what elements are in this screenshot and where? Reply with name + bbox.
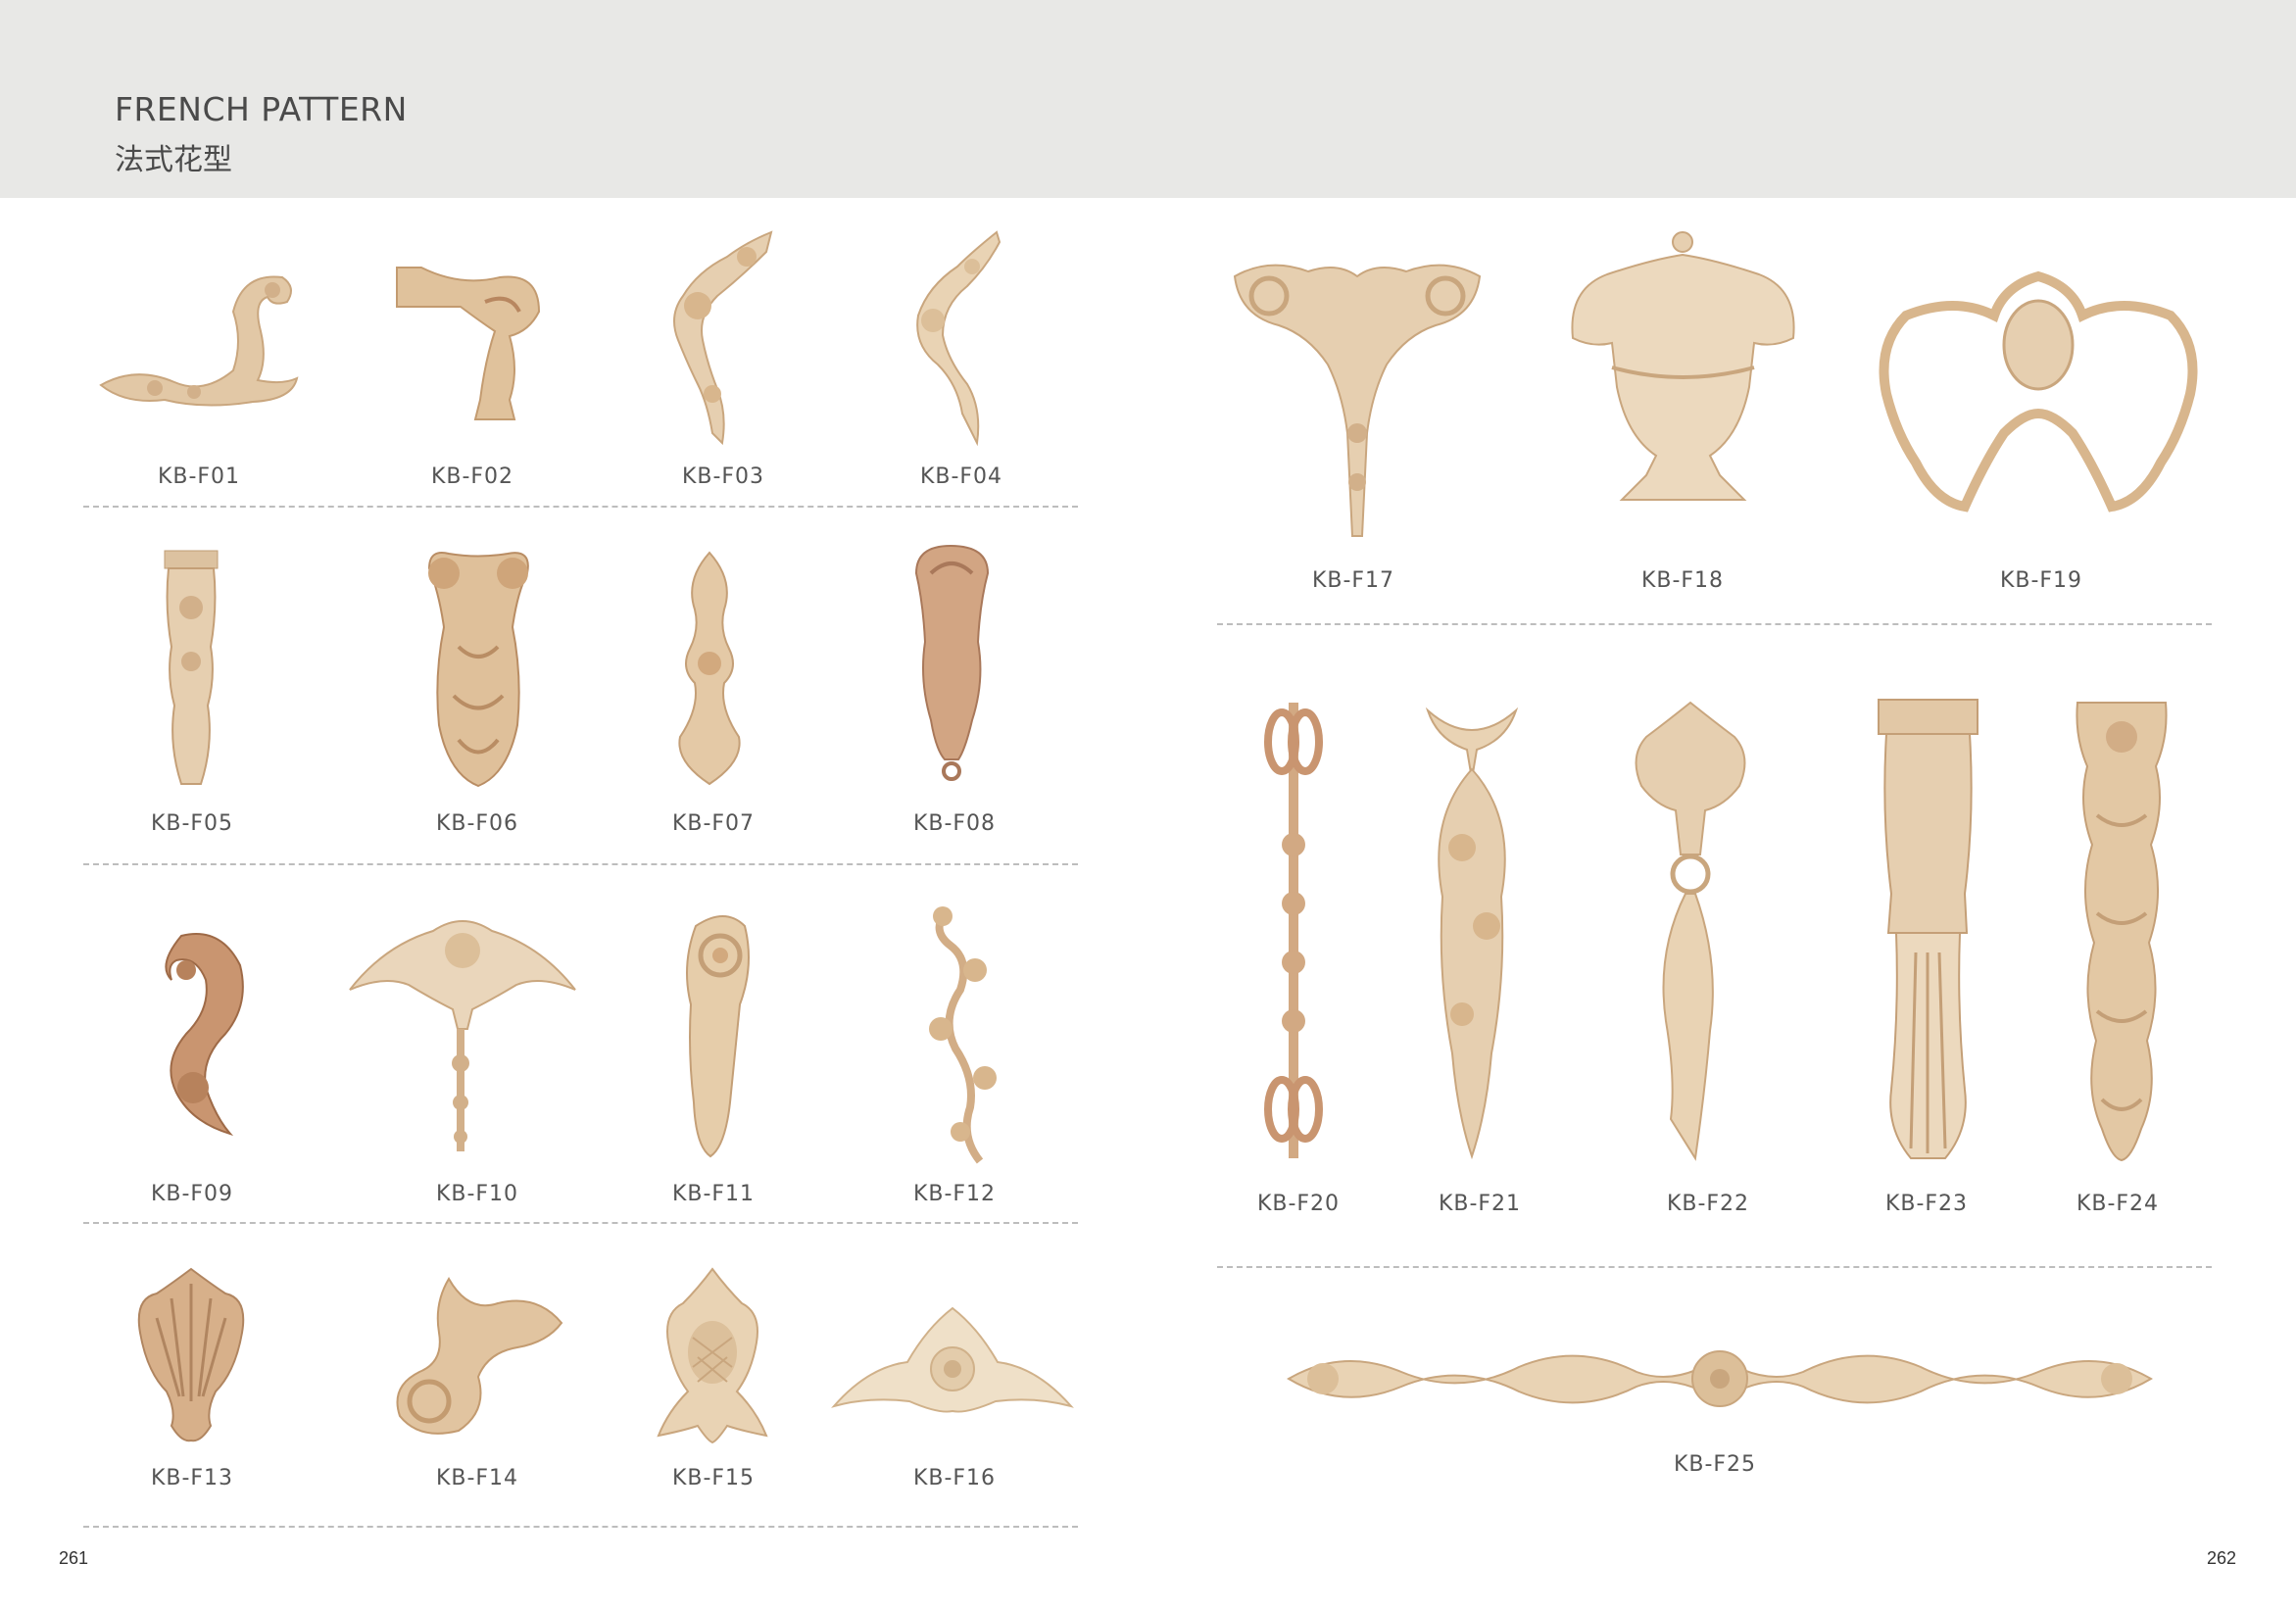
product-image-kb-f04 bbox=[904, 227, 1006, 448]
row-divider bbox=[83, 863, 1078, 865]
bow-garland-drop-icon bbox=[1425, 707, 1519, 1160]
drapery-column-icon bbox=[1878, 699, 1978, 1159]
symmetric-scroll-drop-icon bbox=[1233, 264, 1482, 537]
ribbon-link-pendant-icon bbox=[1264, 703, 1323, 1158]
product-image-kb-f13 bbox=[132, 1264, 250, 1445]
long-frieze-ornament-icon bbox=[1287, 1350, 2153, 1407]
product-code-label: KB-F16 bbox=[912, 1466, 997, 1490]
product-image-kb-f18 bbox=[1563, 230, 1803, 510]
arc-scroll-ornament-icon bbox=[673, 230, 773, 446]
product-code-label: KB-F14 bbox=[435, 1466, 519, 1490]
product-image-kb-f22 bbox=[1627, 698, 1754, 1163]
product-code-label: KB-F04 bbox=[919, 464, 1003, 489]
product-code-label: KB-F01 bbox=[157, 464, 241, 489]
row-divider bbox=[83, 1526, 1078, 1528]
product-code-label: KB-F12 bbox=[912, 1182, 997, 1206]
product-image-kb-f10 bbox=[345, 906, 580, 1156]
product-image-kb-f09 bbox=[152, 926, 250, 1137]
product-image-kb-f23 bbox=[1877, 698, 1979, 1163]
shell-corbel-icon bbox=[914, 544, 990, 781]
product-image-kb-f15 bbox=[649, 1264, 776, 1445]
product-code-label: KB-F15 bbox=[671, 1466, 756, 1490]
fleur-drop-ornament-icon bbox=[678, 551, 741, 786]
product-code-label: KB-F11 bbox=[671, 1182, 756, 1206]
product-code-label: KB-F23 bbox=[1884, 1192, 1969, 1216]
page-number-right: 262 bbox=[2207, 1548, 2237, 1568]
product-code-label: KB-F10 bbox=[435, 1182, 519, 1206]
bellflower-drop-icon bbox=[2076, 702, 2168, 1162]
product-image-kb-f16 bbox=[829, 1289, 1076, 1416]
product-image-kb-f02 bbox=[392, 263, 549, 424]
product-image-kb-f21 bbox=[1418, 701, 1526, 1161]
product-image-kb-f14 bbox=[390, 1274, 566, 1440]
product-image-kb-f25 bbox=[1284, 1338, 2156, 1421]
product-code-label: KB-F22 bbox=[1666, 1192, 1750, 1216]
pineapple-onlay-icon bbox=[657, 1267, 768, 1444]
product-code-label: KB-F18 bbox=[1640, 568, 1725, 593]
page-title: FRENCH PATTERN bbox=[115, 90, 408, 128]
product-image-kb-f24 bbox=[2073, 698, 2171, 1163]
leaf-curl-onlay-icon bbox=[396, 1277, 563, 1435]
product-image-kb-f20 bbox=[1264, 698, 1323, 1163]
vine-scroll-ornament-icon bbox=[929, 906, 997, 1164]
product-code-label: KB-F13 bbox=[150, 1466, 234, 1490]
product-code-label: KB-F02 bbox=[430, 464, 514, 489]
product-image-kb-f11 bbox=[676, 906, 755, 1161]
product-image-kb-f08 bbox=[911, 544, 992, 789]
product-image-kb-f05 bbox=[157, 549, 225, 789]
page-number-left: 261 bbox=[59, 1548, 89, 1568]
product-code-label: KB-F21 bbox=[1438, 1192, 1522, 1216]
product-image-kb-f01 bbox=[96, 263, 302, 419]
product-code-label: KB-F25 bbox=[1673, 1452, 1757, 1477]
product-image-kb-f19 bbox=[1877, 267, 2200, 513]
row-divider bbox=[83, 1222, 1078, 1224]
product-code-label: KB-F17 bbox=[1311, 568, 1395, 593]
row-divider bbox=[83, 506, 1078, 508]
volute-corbel-icon bbox=[686, 915, 750, 1158]
fan-shell-onlay-icon bbox=[137, 1267, 245, 1442]
acanthus-corbel-icon bbox=[427, 552, 529, 788]
product-image-kb-f12 bbox=[921, 902, 1004, 1166]
tassel-crest-drop-icon bbox=[1635, 701, 1746, 1161]
flower-crest-onlay-icon bbox=[831, 1306, 1074, 1413]
product-code-label: KB-F20 bbox=[1256, 1192, 1341, 1216]
product-code-label: KB-F05 bbox=[150, 811, 234, 836]
product-image-kb-f07 bbox=[670, 551, 749, 786]
page-title-chinese: 法式花型 bbox=[115, 143, 232, 177]
product-image-kb-f06 bbox=[419, 549, 537, 789]
row-divider bbox=[1217, 623, 2212, 625]
urn-crest-ornament-icon bbox=[1571, 231, 1795, 501]
product-code-label: KB-F07 bbox=[671, 811, 756, 836]
c-scroll-acanthus-icon bbox=[165, 933, 244, 1136]
product-code-label: KB-F19 bbox=[1999, 568, 2083, 593]
cartouche-scroll-ornament-icon bbox=[1879, 270, 2198, 513]
product-code-label: KB-F24 bbox=[2076, 1192, 2160, 1216]
scroll-corner-ornament-icon bbox=[99, 275, 299, 407]
product-image-kb-f03 bbox=[659, 227, 781, 448]
product-code-label: KB-F09 bbox=[150, 1182, 234, 1206]
pediment-garland-ornament-icon bbox=[349, 920, 576, 1151]
leaf-scroll-ornament-icon bbox=[916, 230, 1001, 447]
row-divider bbox=[1217, 1266, 2212, 1268]
column-drop-corbel-icon bbox=[164, 550, 219, 785]
product-code-label: KB-F06 bbox=[435, 811, 519, 836]
product-code-label: KB-F08 bbox=[912, 811, 997, 836]
corner-bracket-ornament-icon bbox=[396, 267, 541, 420]
product-code-label: KB-F03 bbox=[681, 464, 765, 489]
product-image-kb-f17 bbox=[1230, 257, 1485, 541]
